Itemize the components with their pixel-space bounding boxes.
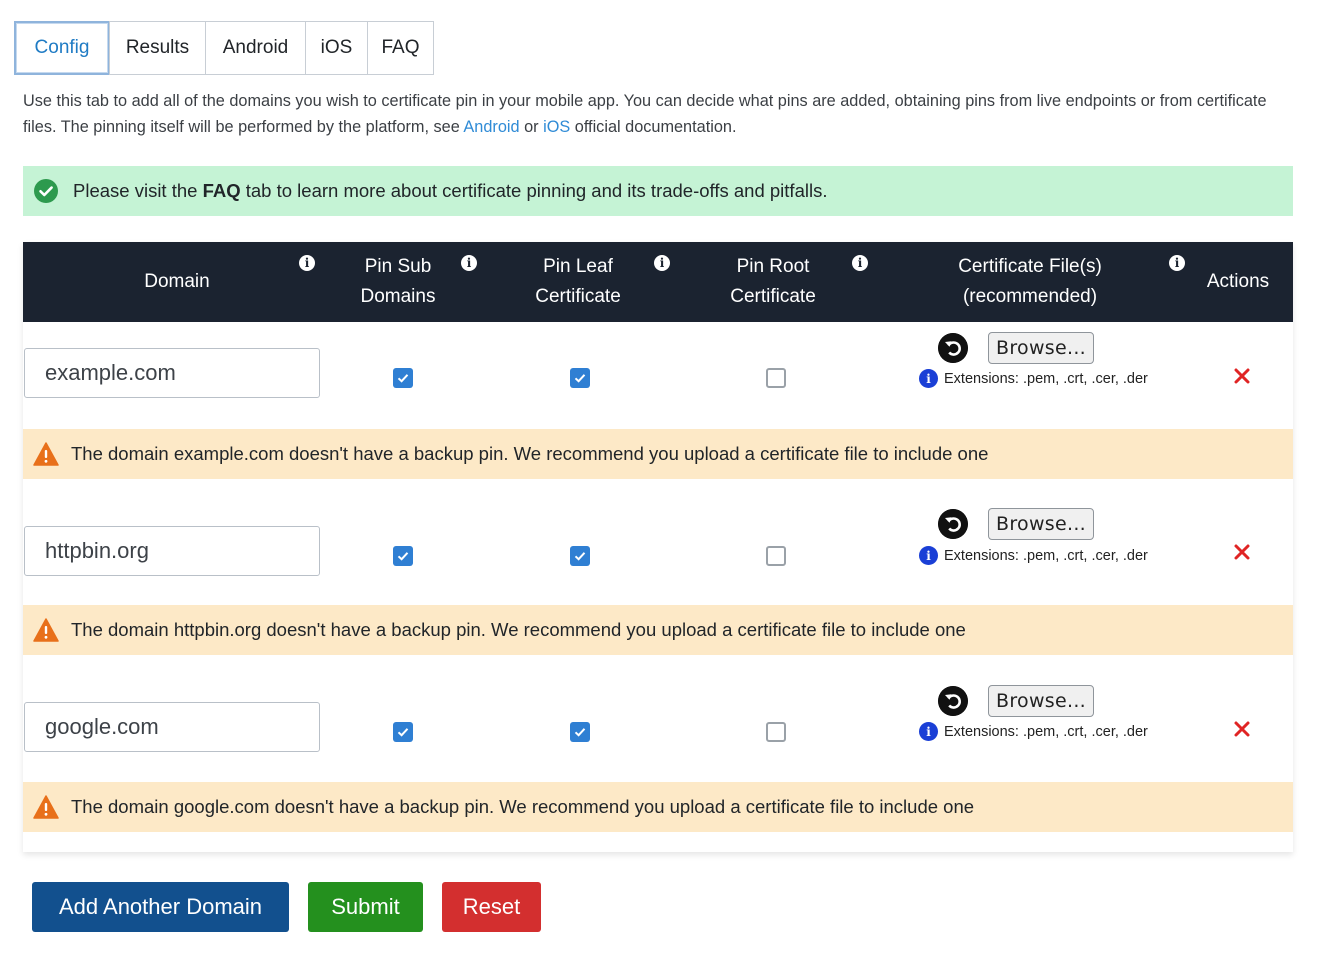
android-doc-link[interactable]: Android <box>463 118 519 136</box>
undo-icon[interactable] <box>938 509 968 539</box>
header-domain: Domain <box>144 271 210 292</box>
info-icon[interactable]: i <box>1169 255 1185 271</box>
warning-text: The domain httpbin.org doesn't have a ba… <box>71 619 966 640</box>
browse-button[interactable]: Browse... <box>988 685 1094 717</box>
extensions-hint: i Extensions: .pem, .crt, .cer, .der <box>919 546 1148 565</box>
backup-pin-warning: The domain example.com doesn't have a ba… <box>23 429 1293 479</box>
extensions-hint: i Extensions: .pem, .crt, .cer, .der <box>919 369 1148 388</box>
intro-text-part: or <box>519 118 544 136</box>
undo-icon[interactable] <box>938 333 968 363</box>
table-row: Browse... i Extensions: .pem, .crt, .cer… <box>23 479 1293 605</box>
pin-leaf-checkbox[interactable] <box>570 722 590 742</box>
info-icon[interactable]: i <box>654 255 670 271</box>
extensions-text: Extensions: .pem, .crt, .cer, .der <box>944 547 1148 564</box>
close-icon[interactable] <box>1232 366 1252 386</box>
tab-bar: Config Results Android iOS FAQ <box>14 21 434 75</box>
info-icon[interactable]: i <box>852 255 868 271</box>
tab-config[interactable]: Config <box>14 21 110 75</box>
header-pin-root-certificate: Pin Root Certificate <box>730 256 816 307</box>
reset-button[interactable]: Reset <box>442 882 541 932</box>
tab-faq[interactable]: FAQ <box>367 21 434 75</box>
intro-text: Use this tab to add all of the domains y… <box>23 88 1298 140</box>
info-icon[interactable]: i <box>461 255 477 271</box>
ios-doc-link[interactable]: iOS <box>543 118 570 136</box>
info-icon[interactable]: i <box>299 255 315 271</box>
tab-ios[interactable]: iOS <box>305 21 368 75</box>
pin-root-checkbox[interactable] <box>766 722 786 742</box>
backup-pin-warning: The domain httpbin.org doesn't have a ba… <box>23 605 1293 655</box>
table-header: Domain i Pin Sub Domains i Pin Leaf Certif… <box>23 242 1293 322</box>
tab-results[interactable]: Results <box>109 21 206 75</box>
header-pin-sub-domains: Pin Sub Domains <box>360 256 436 307</box>
extensions-text: Extensions: .pem, .crt, .cer, .der <box>944 370 1148 387</box>
undo-icon[interactable] <box>938 686 968 716</box>
warning-triangle-icon <box>33 618 59 642</box>
pin-leaf-checkbox[interactable] <box>570 546 590 566</box>
domain-input[interactable] <box>24 526 320 576</box>
warning-triangle-icon <box>33 442 59 466</box>
browse-button[interactable]: Browse... <box>988 508 1094 540</box>
domain-input[interactable] <box>24 348 320 398</box>
add-another-domain-button[interactable]: Add Another Domain <box>32 882 289 932</box>
check-circle-icon <box>34 179 58 203</box>
warning-text: The domain google.com doesn't have a bac… <box>71 796 975 817</box>
backup-pin-warning: The domain google.com doesn't have a bac… <box>23 782 1293 832</box>
header-certificate-files: Certificate File(s) (recommended) <box>958 256 1102 307</box>
extensions-hint: i Extensions: .pem, .crt, .cer, .der <box>919 722 1148 741</box>
intro-text-part: official documentation. <box>570 118 737 136</box>
info-icon: i <box>919 722 938 741</box>
info-icon: i <box>919 369 938 388</box>
banner-text: Please visit the FAQ tab to learn more a… <box>73 180 828 201</box>
pin-sub-domains-checkbox[interactable] <box>393 546 413 566</box>
pin-root-checkbox[interactable] <box>766 368 786 388</box>
faq-info-banner: Please visit the FAQ tab to learn more a… <box>23 166 1293 216</box>
header-actions: Actions <box>1206 271 1270 292</box>
table-row: Browse... i Extensions: .pem, .crt, .cer… <box>23 655 1293 782</box>
pin-root-checkbox[interactable] <box>766 546 786 566</box>
info-icon: i <box>919 546 938 565</box>
table-row: Browse... i Extensions: .pem, .crt, .cer… <box>23 322 1293 429</box>
close-icon[interactable] <box>1232 719 1252 739</box>
domain-input[interactable] <box>24 702 320 752</box>
domains-table: Domain i Pin Sub Domains i Pin Leaf Certif… <box>23 242 1293 852</box>
extensions-text: Extensions: .pem, .crt, .cer, .der <box>944 723 1148 740</box>
warning-text: The domain example.com doesn't have a ba… <box>71 443 989 464</box>
close-icon[interactable] <box>1232 542 1252 562</box>
pin-sub-domains-checkbox[interactable] <box>393 722 413 742</box>
warning-triangle-icon <box>33 795 59 819</box>
pin-sub-domains-checkbox[interactable] <box>393 368 413 388</box>
pin-leaf-checkbox[interactable] <box>570 368 590 388</box>
header-pin-leaf-certificate: Pin Leaf Certificate <box>535 256 621 307</box>
browse-button[interactable]: Browse... <box>988 332 1094 364</box>
submit-button[interactable]: Submit <box>308 882 423 932</box>
tab-android[interactable]: Android <box>205 21 306 75</box>
